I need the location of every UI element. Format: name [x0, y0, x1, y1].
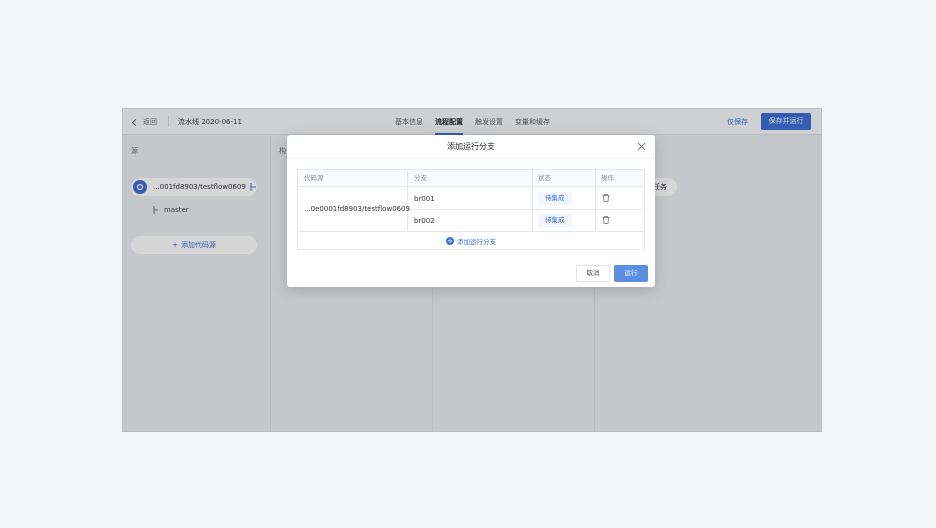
branch-cell: br002 — [414, 217, 435, 225]
trash-icon[interactable] — [602, 194, 610, 202]
divider — [287, 158, 655, 159]
add-run-branch-dialog: 添加运行分支 代码源 分支 状态 操作 ...0e0001fd8903/test… — [287, 135, 655, 287]
trash-icon[interactable] — [602, 216, 610, 224]
column-header-action: 操作 — [601, 174, 614, 182]
add-run-branch-button[interactable]: + 添加运行分支 — [298, 232, 644, 250]
column-header-source: 代码源 — [304, 174, 324, 182]
column-divider — [407, 170, 408, 231]
dialog-title: 添加运行分支 — [447, 142, 495, 151]
cancel-button[interactable]: 取消 — [576, 265, 610, 282]
column-divider — [595, 170, 596, 231]
close-icon[interactable] — [637, 142, 646, 151]
column-divider — [532, 170, 533, 231]
add-branch-label: 添加运行分支 — [457, 238, 496, 246]
column-header-status: 状态 — [538, 174, 551, 182]
column-header-branch: 分支 — [414, 174, 427, 182]
source-cell: ...0e0001fd8903/testflow0609 — [304, 205, 411, 213]
run-button[interactable]: 运行 — [614, 265, 648, 282]
branch-table: 代码源 分支 状态 操作 ...0e0001fd8903/testflow060… — [297, 169, 645, 250]
plus-circle-icon: + — [446, 237, 454, 245]
row-divider — [408, 209, 644, 210]
branch-cell: br001 — [414, 195, 435, 203]
status-badge: 待集成 — [538, 192, 572, 205]
status-badge: 待集成 — [538, 214, 572, 227]
